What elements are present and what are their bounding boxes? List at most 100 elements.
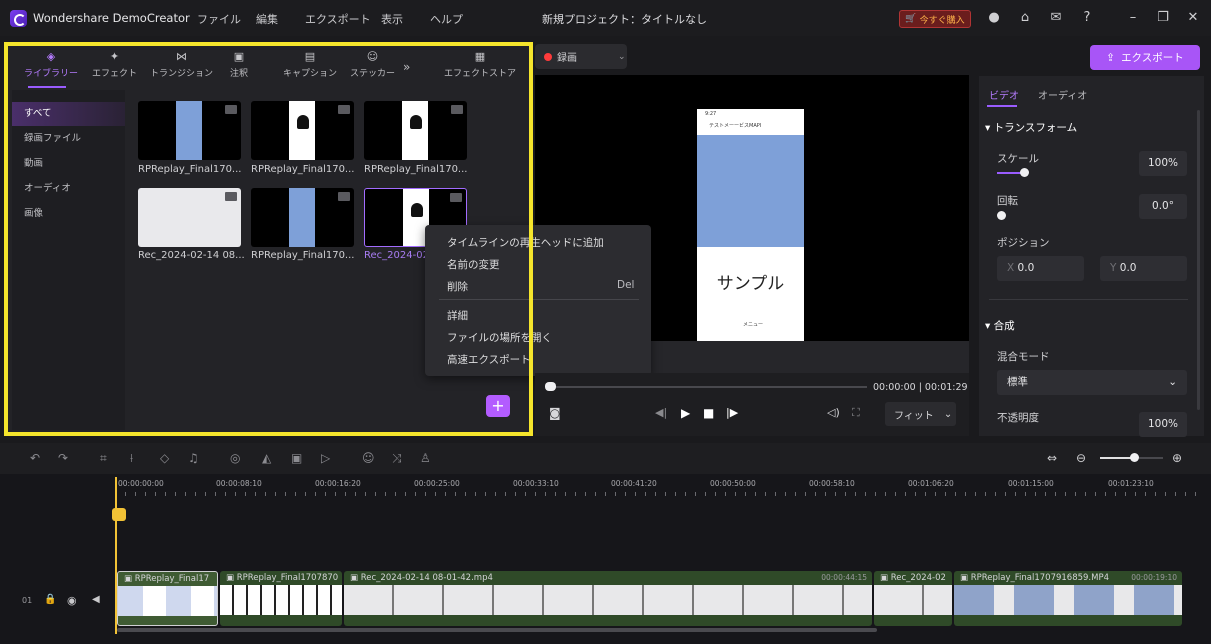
snapshot-icon[interactable]: ◙ — [549, 406, 561, 420]
lock-icon[interactable]: 🔒 — [44, 594, 56, 605]
clip-name: ▣ RPReplay_Final1707870 — [220, 571, 342, 585]
clip-name-text: RPReplay_Final17 — [134, 574, 210, 584]
volume-icon[interactable]: ◁) — [827, 406, 840, 419]
tab-label: エフェクトストア — [444, 69, 517, 79]
menu-item-open-location[interactable]: ファイルの場所を開く — [447, 330, 552, 345]
menu-edit[interactable]: 編集 — [256, 11, 278, 27]
rotate-value-field[interactable]: 0.0° — [1139, 194, 1187, 219]
zoom-in-icon[interactable]: ⊕ — [1172, 451, 1182, 465]
timeline-clip[interactable]: ▣ RPReplay_Final17 — [117, 571, 218, 626]
speed-icon[interactable]: ⤨ — [392, 451, 402, 466]
menu-item-fast-export[interactable]: 高速エクスポート — [447, 352, 531, 367]
more-tabs-icon[interactable]: » — [403, 60, 410, 74]
sidebar-item-all[interactable]: すべて — [12, 102, 125, 126]
ruler-ticks — [115, 492, 1201, 496]
section-transform[interactable]: ▾ トランスフォーム — [985, 120, 1077, 135]
media-label: RPReplay_Final170... — [251, 164, 355, 175]
section-composite[interactable]: ▾ 合成 — [985, 318, 1015, 333]
add-media-button[interactable]: + — [486, 395, 510, 417]
rotate-slider-knob[interactable] — [997, 211, 1006, 220]
ruler-label: 00:00:50:00 — [710, 479, 756, 488]
sidebar-item-recordings[interactable]: 録画ファイル — [12, 127, 125, 151]
scale-value-field[interactable]: 100% — [1139, 151, 1187, 176]
ai-icon[interactable]: ◎ — [230, 451, 240, 465]
help-icon[interactable]: ? — [1079, 10, 1095, 26]
menu-item-rename[interactable]: 名前の変更 — [447, 257, 500, 272]
tab-audio[interactable]: オーディオ — [1038, 87, 1087, 102]
sidebar-item-images[interactable]: 画像 — [12, 202, 125, 226]
position-label: ポジション — [997, 237, 1050, 249]
menu-view[interactable]: 表示 — [381, 11, 403, 27]
clip-frames — [874, 585, 952, 615]
mic-icon[interactable]: ♫ — [188, 451, 199, 465]
mirror-icon[interactable]: ◭ — [262, 451, 271, 465]
menu-item-delete[interactable]: 削除 — [447, 279, 468, 294]
blend-mode-dropdown[interactable]: 標準 ⌄ — [997, 370, 1187, 395]
tab-effect-store[interactable]: ▦ エフェクトストア — [444, 50, 516, 79]
tab-video[interactable]: ビデオ — [989, 87, 1019, 102]
menu-item-add-to-playhead[interactable]: タイムラインの再生ヘッドに追加 — [447, 235, 604, 250]
avatar-icon[interactable]: ♙ — [420, 451, 431, 465]
menu-export[interactable]: エクスポート — [305, 11, 371, 27]
timeline-clip[interactable]: ▣ Rec_2024-02-14 08-01-42.mp4 00:00:44:15 — [344, 571, 872, 626]
maximize-icon[interactable]: ❐ — [1155, 10, 1171, 26]
minimize-icon[interactable]: – — [1125, 10, 1141, 26]
freeze-icon[interactable]: ▣ — [291, 451, 302, 465]
playhead-marker[interactable] — [112, 508, 126, 521]
sticker-ai-icon[interactable]: ☺ — [362, 451, 375, 465]
prev-frame-icon[interactable]: ◀| — [655, 406, 667, 419]
menu-file[interactable]: ファイル — [197, 11, 241, 27]
playhead-knob[interactable] — [545, 382, 556, 391]
close-icon[interactable]: ✕ — [1185, 10, 1201, 26]
sidebar-item-audio[interactable]: オーディオ — [12, 177, 125, 201]
tutorial-icon[interactable]: ⌂ — [1017, 10, 1033, 26]
scale-slider-knob[interactable] — [1020, 168, 1029, 177]
rotate-label: 回転 — [997, 195, 1018, 207]
fit-timeline-icon[interactable]: ⇔ — [1047, 451, 1057, 465]
account-icon[interactable]: ● — [986, 10, 1002, 26]
play-icon[interactable]: ▶ — [681, 406, 690, 420]
zoom-out-icon[interactable]: ⊖ — [1076, 451, 1086, 465]
timeline-scrollbar[interactable] — [117, 628, 877, 632]
media-thumbnail[interactable] — [138, 101, 241, 160]
opacity-value-field[interactable]: 100% — [1139, 412, 1187, 437]
tab-captions[interactable]: ▤ キャプション — [283, 50, 337, 79]
split-icon[interactable]: ⟊ — [130, 451, 133, 466]
record-dropdown[interactable]: 録画 ⌄ — [535, 44, 627, 69]
cursor-icon[interactable]: ▷ — [321, 451, 330, 465]
fit-dropdown[interactable]: フィット ⌄ — [885, 402, 956, 426]
timeline-clip[interactable]: ▣ RPReplay_Final1707870 — [220, 571, 342, 626]
tab-effects[interactable]: ✦ エフェクト — [92, 50, 137, 79]
export-button[interactable]: ⇪ エクスポート — [1090, 45, 1200, 70]
shield-icon[interactable]: ◇ — [160, 451, 169, 465]
media-thumbnail[interactable] — [138, 188, 241, 247]
menu-help[interactable]: ヘルプ — [430, 11, 463, 27]
media-thumbnail[interactable] — [251, 188, 354, 247]
redo-icon[interactable]: ↷ — [58, 451, 68, 465]
timeline-clip[interactable]: ▣ Rec_2024-02 — [874, 571, 952, 626]
buy-now-button[interactable]: 🛒 今すぐ購入 — [899, 10, 971, 28]
position-x-field[interactable]: X 0.0 — [997, 256, 1084, 281]
timeline-clip[interactable]: ▣ RPReplay_Final1707916859.MP4 00:00:19:1… — [954, 571, 1182, 626]
playback-progress[interactable] — [547, 386, 867, 388]
mail-icon[interactable]: ✉ — [1048, 10, 1064, 26]
undo-icon[interactable]: ↶ — [30, 451, 40, 465]
mute-icon[interactable]: ◀ — [92, 594, 100, 605]
fullscreen-icon[interactable]: ⛶ — [852, 406, 860, 420]
tab-annotations[interactable]: ▣ 注釈 — [230, 50, 248, 79]
stop-icon[interactable]: ■ — [703, 406, 714, 420]
next-frame-icon[interactable]: |▶ — [726, 406, 738, 419]
visibility-icon[interactable]: ◉ — [67, 594, 77, 607]
media-thumbnail[interactable] — [251, 101, 354, 160]
sidebar-item-videos[interactable]: 動画 — [12, 152, 125, 176]
menu-item-details[interactable]: 詳細 — [447, 308, 468, 323]
position-y-field[interactable]: Y 0.0 — [1100, 256, 1187, 281]
media-thumbnail[interactable] — [364, 101, 467, 160]
tab-library[interactable]: ◈ ライブラリー — [24, 50, 78, 79]
tab-transitions[interactable]: ⋈ トランジション — [150, 50, 213, 79]
ruler-label: 00:01:15:00 — [1008, 479, 1054, 488]
properties-scrollbar[interactable] — [1197, 110, 1200, 410]
zoom-slider-knob[interactable] — [1130, 453, 1139, 462]
crop-icon[interactable]: ⌗ — [100, 451, 107, 466]
tab-stickers[interactable]: ☺ ステッカー — [350, 50, 395, 79]
